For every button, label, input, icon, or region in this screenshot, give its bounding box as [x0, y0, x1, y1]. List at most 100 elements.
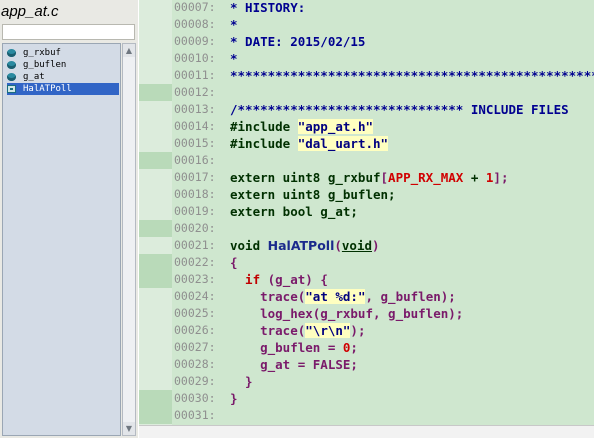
assignment-text: g_buflen = [230, 340, 343, 355]
paren: ( [334, 238, 342, 253]
line-number: 00022: [174, 255, 216, 269]
line-number: 00021: [174, 238, 216, 252]
declaration-text: extern uint8 g_buflen; [230, 187, 396, 202]
comment-text: * HISTORY: [230, 0, 306, 15]
gutter-marker [139, 271, 172, 288]
gutter-marker [139, 33, 172, 50]
call-text: trace( [230, 289, 306, 304]
line-number: 00017: [174, 170, 216, 184]
symbol-item-g-buflen[interactable]: g_buflen [7, 59, 119, 71]
code-line: 00023: if (g_at) { [139, 271, 594, 288]
macro-name: APP_RX_MAX [388, 170, 464, 185]
code-line: 00027: g_buflen = 0; [139, 339, 594, 356]
declaration-text: extern bool g_at; [230, 204, 358, 219]
symbol-panel: app_at.c g_rxbuf g_buflen g_at HalATPoll… [0, 0, 138, 438]
call-text: , g_buflen); [365, 289, 456, 304]
gutter-marker [139, 84, 172, 101]
code-line: 00014: #include "app_at.h" [139, 118, 594, 135]
gutter-marker [139, 288, 172, 305]
symbol-item-halatpoll[interactable]: HalATPoll [7, 83, 119, 95]
gutter-marker [139, 67, 172, 84]
gutter-marker [139, 118, 172, 135]
code-line: 00024: trace("at %d:", g_buflen); [139, 288, 594, 305]
brace: } [230, 391, 238, 406]
code-line-blank: 00012: [139, 84, 594, 101]
code-line-blank: 00031: [139, 407, 594, 424]
code-line: 00008: * [139, 16, 594, 33]
gutter-marker [139, 356, 172, 373]
preprocessor-directive: #include [230, 119, 298, 134]
symbol-list-scrollbar[interactable]: ▲ ▼ [122, 43, 136, 436]
code-line-blank: 00016: [139, 152, 594, 169]
call-text: log_hex(g_rxbuf, g_buflen); [230, 306, 464, 321]
code-line: 00007: * HISTORY: [139, 0, 594, 16]
bracket: ]; [493, 170, 509, 185]
gutter-marker [139, 169, 172, 186]
gutter-marker [139, 135, 172, 152]
line-number: 00027: [174, 340, 216, 354]
line-number: 00014: [174, 119, 216, 133]
string-literal: "dal_uart.h" [297, 136, 389, 151]
gutter-marker [139, 407, 172, 424]
gutter-marker [139, 0, 172, 16]
gutter-marker [139, 339, 172, 356]
code-line: 00015: #include "dal_uart.h" [139, 135, 594, 152]
comment-text: * [230, 17, 238, 32]
control-keyword: if [230, 272, 268, 287]
gutter-marker [139, 305, 172, 322]
function-icon [7, 85, 16, 93]
call-text: trace( [230, 323, 306, 338]
code-line: 00028: g_at = FALSE; [139, 356, 594, 373]
file-title: app_at.c [1, 3, 59, 20]
symbol-item-g-rxbuf[interactable]: g_rxbuf [7, 47, 119, 59]
line-number: 00024: [174, 289, 216, 303]
gutter-marker [139, 237, 172, 254]
code-editor[interactable]: 00007: * HISTORY: 00008: * 00009: * DATE… [139, 0, 594, 438]
code-line: 00022: { [139, 254, 594, 271]
line-number: 00030: [174, 391, 216, 405]
line-number: 00031: [174, 408, 216, 422]
gutter-marker [139, 203, 172, 220]
symbol-label: g_at [23, 72, 45, 82]
operator: + [463, 170, 486, 185]
scroll-down-arrow-icon[interactable]: ▼ [123, 422, 135, 435]
preprocessor-directive: #include [230, 136, 298, 151]
comment-text: * DATE: 2015/02/15 [230, 34, 366, 49]
gutter-marker [139, 373, 172, 390]
code-line: 00010: * [139, 50, 594, 67]
string-literal: "\r\n" [305, 323, 351, 338]
brace: } [230, 374, 253, 389]
assignment-text: ; [350, 340, 358, 355]
line-number: 00016: [174, 153, 216, 167]
editor-horizontal-scrollbar[interactable] [139, 425, 594, 438]
line-number: 00008: [174, 17, 216, 31]
string-literal: "at %d:" [305, 289, 366, 304]
code-line-blank: 00020: [139, 220, 594, 237]
gutter-marker [139, 390, 172, 407]
code-line: 00026: trace("\r\n"); [139, 322, 594, 339]
symbol-item-g-at[interactable]: g_at [7, 71, 119, 83]
scroll-up-arrow-icon[interactable]: ▲ [123, 44, 135, 57]
gutter-marker [139, 220, 172, 237]
line-number: 00007: [174, 0, 216, 14]
line-number: 00019: [174, 204, 216, 218]
code-line: 00021: void HalATPoll(void) [139, 237, 594, 254]
comment-text: ****************************************… [230, 68, 594, 83]
line-number: 00011: [174, 68, 216, 82]
code-line: 00009: * DATE: 2015/02/15 [139, 33, 594, 50]
line-number: 00015: [174, 136, 216, 150]
bracket: [ [380, 170, 389, 185]
gutter-marker [139, 101, 172, 118]
function-name: HalATPoll [267, 238, 335, 253]
keyword: void [341, 238, 373, 253]
variable-icon [7, 49, 16, 57]
code-line: 00025: log_hex(g_rxbuf, g_buflen); [139, 305, 594, 322]
code-line: 00013: /****************************** I… [139, 101, 594, 118]
symbol-filter-input[interactable] [2, 24, 135, 40]
line-number: 00012: [174, 85, 216, 99]
code-line: 00017: extern uint8 g_rxbuf[APP_RX_MAX +… [139, 169, 594, 186]
line-number: 00023: [174, 272, 216, 286]
code-line: 00019: extern bool g_at; [139, 203, 594, 220]
call-text: ); [350, 323, 366, 338]
keyword: void [230, 238, 268, 253]
